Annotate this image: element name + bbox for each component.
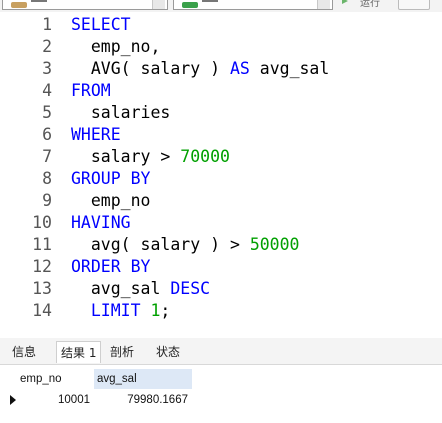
code-token: emp_no <box>71 191 151 210</box>
line-number: 10 <box>32 213 52 232</box>
code-token: avg_sal <box>71 279 171 298</box>
code-text: LIMIT 1; <box>71 300 170 322</box>
code-token: avg( salary ) > <box>71 235 250 254</box>
line-number: 8 <box>42 169 52 188</box>
schema-select[interactable] <box>173 0 333 10</box>
sql-keyword: ORDER BY <box>71 257 151 276</box>
sql-keyword: DESC <box>170 279 211 298</box>
sql-keyword: SELECT <box>71 15 131 34</box>
play-icon <box>342 0 348 4</box>
code-text: AVG( salary ) AS avg_sal <box>71 58 329 80</box>
sql-editor[interactable]: 1 SELECT 2 emp_no, 3 AVG( salary ) AS avg_s… <box>0 14 442 328</box>
code-text: GROUP BY <box>71 168 150 190</box>
line-number: 13 <box>32 279 52 298</box>
code-text: avg_sal DESC <box>71 278 210 300</box>
sql-keyword: AS <box>229 59 250 78</box>
code-text: emp_no, <box>71 36 161 58</box>
chevron-down-icon[interactable] <box>152 0 165 9</box>
code-text: HAVING <box>71 212 131 234</box>
line-number: 5 <box>42 103 52 122</box>
code-text: emp_no <box>71 190 151 212</box>
line-number: 9 <box>42 191 52 210</box>
code-text: ORDER BY <box>71 256 150 278</box>
toolbar-button[interactable] <box>398 0 430 10</box>
run-button[interactable]: 运行 <box>342 0 382 9</box>
code-text: FROM <box>71 80 111 102</box>
code-token: salaries <box>71 103 171 122</box>
code-token: AVG( salary ) <box>71 59 230 78</box>
line-number: 7 <box>42 147 52 166</box>
run-label: 运行 <box>360 0 380 9</box>
numeric-literal: 50000 <box>249 235 300 254</box>
line-number: 12 <box>32 257 52 276</box>
code-text: SELECT <box>71 14 131 36</box>
code-text: avg( salary ) > 50000 <box>71 234 300 256</box>
line-number: 1 <box>42 15 52 34</box>
line-number: 3 <box>42 59 52 78</box>
sql-keyword: HAVING <box>71 213 131 232</box>
sql-keyword: LIMIT <box>90 301 141 320</box>
database-icon <box>11 2 27 8</box>
code-token: emp_no, <box>71 37 161 56</box>
tab-status[interactable]: 状态 <box>152 341 184 363</box>
code-text: WHERE <box>71 124 121 146</box>
line-number: 2 <box>42 37 52 56</box>
table-cell[interactable]: 10001 <box>16 390 90 410</box>
code-token: avg_sal <box>249 59 330 78</box>
code-text: salary > 70000 <box>71 146 230 168</box>
line-number: 14 <box>32 301 52 320</box>
sql-keyword: GROUP BY <box>71 169 151 188</box>
result-tabs: 信息 结果 1 剖析 状态 <box>0 338 442 365</box>
line-number: 11 <box>32 235 52 254</box>
line-number: 6 <box>42 125 52 144</box>
database-select[interactable] <box>2 0 168 10</box>
column-header-emp-no[interactable]: emp_no <box>16 369 92 389</box>
column-header-avg-sal[interactable]: avg_sal <box>94 369 192 389</box>
numeric-literal: 1 <box>150 301 161 320</box>
tab-profile[interactable]: 剖析 <box>106 341 138 363</box>
schema-icon <box>182 2 198 8</box>
toolbar: 运行 <box>0 0 442 12</box>
code-token: salary > <box>71 147 181 166</box>
code-token: ; <box>160 301 171 320</box>
sql-keyword: WHERE <box>71 125 121 144</box>
line-number: 4 <box>42 81 52 100</box>
chevron-down-icon[interactable] <box>317 0 330 9</box>
table-cell[interactable]: 79980.1667 <box>94 390 188 410</box>
code-text: salaries <box>71 102 170 124</box>
result-grid: emp_no avg_sal 10001 79980.1667 <box>0 365 442 423</box>
sql-keyword: FROM <box>71 81 111 100</box>
tab-info[interactable]: 信息 <box>8 341 40 363</box>
tab-result-1[interactable]: 结果 1 <box>56 341 102 363</box>
numeric-literal: 70000 <box>180 147 230 166</box>
